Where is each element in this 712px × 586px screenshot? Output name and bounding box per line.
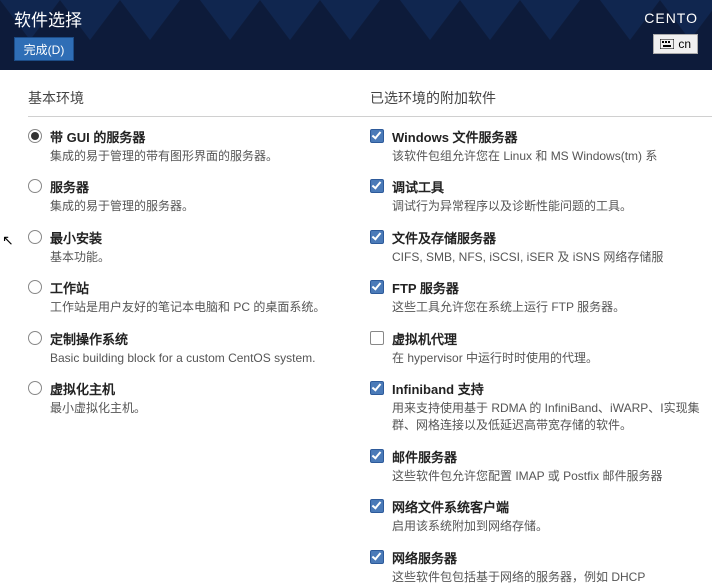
list-item[interactable]: 带 GUI 的服务器集成的易于管理的带有图形界面的服务器。	[28, 127, 370, 165]
checkbox[interactable]	[370, 381, 384, 395]
list-item[interactable]: 工作站工作站是用户友好的笔记本电脑和 PC 的桌面系统。	[28, 278, 370, 316]
option-title: FTP 服务器	[392, 278, 625, 297]
checkbox[interactable]	[370, 499, 384, 513]
option-description: 这些软件包允许您配置 IMAP 或 Postfix 邮件服务器	[392, 468, 662, 485]
option-description: 集成的易于管理的服务器。	[50, 198, 194, 215]
divider	[370, 116, 712, 117]
option-description: 集成的易于管理的带有图形界面的服务器。	[50, 148, 278, 165]
checkbox[interactable]	[370, 449, 384, 463]
list-item[interactable]: 网络文件系统客户端启用该系统附加到网络存储。	[370, 497, 712, 535]
done-button[interactable]: 完成(D)	[14, 37, 74, 61]
radio-button[interactable]	[28, 381, 42, 395]
list-item[interactable]: 虚拟化主机最小虚拟化主机。	[28, 379, 370, 417]
option-description: 调试行为异常程序以及诊断性能问题的工具。	[392, 198, 632, 215]
checkbox[interactable]	[370, 230, 384, 244]
list-item[interactable]: 服务器集成的易于管理的服务器。	[28, 177, 370, 215]
checkbox[interactable]	[370, 129, 384, 143]
keyboard-icon	[660, 39, 674, 49]
checkbox[interactable]	[370, 331, 384, 345]
option-title: Infiniband 支持	[392, 379, 704, 398]
option-description: 该软件包组允许您在 Linux 和 MS Windows(tm) 系	[392, 148, 657, 165]
option-description: 工作站是用户友好的笔记本电脑和 PC 的桌面系统。	[50, 299, 325, 316]
option-title: 工作站	[50, 278, 325, 297]
checkbox[interactable]	[370, 550, 384, 564]
option-description: CIFS, SMB, NFS, iSCSI, iSER 及 iSNS 网络存储服	[392, 249, 663, 266]
lang-code: cn	[678, 37, 691, 51]
list-item[interactable]: Windows 文件服务器该软件包组允许您在 Linux 和 MS Window…	[370, 127, 712, 165]
option-title: 文件及存储服务器	[392, 228, 663, 247]
list-item[interactable]: FTP 服务器这些工具允许您在系统上运行 FTP 服务器。	[370, 278, 712, 316]
list-item[interactable]: 邮件服务器这些软件包允许您配置 IMAP 或 Postfix 邮件服务器	[370, 447, 712, 485]
option-title: 网络服务器	[392, 548, 645, 567]
page-title: 软件选择	[14, 6, 82, 31]
option-description: 用来支持使用基于 RDMA 的 InfiniBand、iWARP、I实现集群、网…	[392, 400, 704, 435]
list-item[interactable]: Infiniband 支持用来支持使用基于 RDMA 的 InfiniBand、…	[370, 379, 712, 435]
option-description: 这些软件包包括基于网络的服务器，例如 DHCP	[392, 569, 645, 586]
list-item[interactable]: 调试工具调试行为异常程序以及诊断性能问题的工具。	[370, 177, 712, 215]
option-description: Basic building block for a custom CentOS…	[50, 350, 315, 367]
os-label: CENTO	[644, 10, 698, 26]
checkbox[interactable]	[370, 179, 384, 193]
radio-button[interactable]	[28, 331, 42, 345]
base-env-heading: 基本环境	[28, 88, 370, 108]
radio-button[interactable]	[28, 179, 42, 193]
checkbox[interactable]	[370, 280, 384, 294]
cursor-icon: ↖	[2, 232, 14, 249]
divider	[28, 116, 370, 117]
option-description: 启用该系统附加到网络存储。	[392, 518, 548, 535]
option-description: 在 hypervisor 中运行时时使用的代理。	[392, 350, 598, 367]
option-title: 服务器	[50, 177, 194, 196]
addons-heading: 已选环境的附加软件	[370, 88, 712, 108]
radio-button[interactable]	[28, 280, 42, 294]
radio-button[interactable]	[28, 230, 42, 244]
option-title: 虚拟化主机	[50, 379, 146, 398]
option-title: Windows 文件服务器	[392, 127, 657, 146]
option-title: 邮件服务器	[392, 447, 662, 466]
option-title: 虚拟机代理	[392, 329, 598, 348]
list-item[interactable]: 网络服务器这些软件包包括基于网络的服务器，例如 DHCP	[370, 548, 712, 586]
option-description: 这些工具允许您在系统上运行 FTP 服务器。	[392, 299, 625, 316]
base-environment-column: 基本环境 带 GUI 的服务器集成的易于管理的带有图形界面的服务器。服务器集成的…	[28, 88, 370, 500]
keyboard-layout-button[interactable]: cn	[653, 34, 698, 54]
option-description: 基本功能。	[50, 249, 110, 266]
radio-button[interactable]	[28, 129, 42, 143]
addons-column: 已选环境的附加软件 Windows 文件服务器该软件包组允许您在 Linux 和…	[370, 88, 712, 500]
list-item[interactable]: 虚拟机代理在 hypervisor 中运行时时使用的代理。	[370, 329, 712, 367]
list-item[interactable]: 定制操作系统 Basic building block for a custom …	[28, 329, 370, 367]
option-title: 带 GUI 的服务器	[50, 127, 278, 146]
option-title: 定制操作系统	[50, 329, 315, 348]
list-item[interactable]: 最小安装基本功能。	[28, 228, 370, 266]
list-item[interactable]: 文件及存储服务器 CIFS, SMB, NFS, iSCSI, iSER 及 iS…	[370, 228, 712, 266]
option-description: 最小虚拟化主机。	[50, 400, 146, 417]
option-title: 最小安装	[50, 228, 110, 247]
option-title: 调试工具	[392, 177, 632, 196]
